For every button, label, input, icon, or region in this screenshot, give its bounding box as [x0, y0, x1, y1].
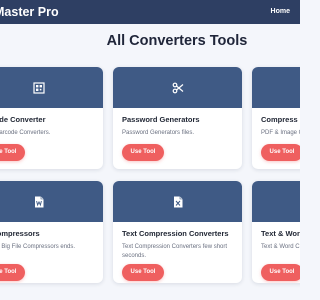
card-title: Compress PD — [261, 115, 300, 124]
use-tool-button[interactable]: Use Tool — [261, 264, 300, 281]
tool-card-text-and-word[interactable]: Text & Word Text & Word C Use Tool — [252, 181, 300, 283]
card-description: QR, Barcode Converters. — [0, 130, 51, 136]
card-description: Password Generators files. — [122, 130, 195, 136]
card-header — [113, 67, 242, 108]
card-description: Text & Word C — [261, 244, 300, 250]
excel-file-icon — [173, 196, 182, 207]
tool-card-compress-pdf[interactable]: Compress PD PDF & Image C Use Tool — [252, 67, 300, 169]
card-description: PDF & Image C — [261, 130, 300, 136]
card-description: onvert Big File Compressors ends. — [0, 244, 76, 250]
card-description: Text Compression Converters few short se… — [122, 244, 228, 259]
page-title: All Converters Tools — [106, 33, 248, 49]
brand-logo-text[interactable]: Master Pro — [0, 4, 59, 20]
card-title: e Code Converter — [0, 115, 46, 124]
use-tool-button[interactable]: Use Tool — [122, 264, 164, 281]
card-header — [0, 181, 103, 222]
use-tool-button[interactable]: Use Tool — [122, 144, 164, 161]
card-title: le Compressors — [0, 229, 40, 238]
use-tool-button[interactable]: Use Tool — [0, 144, 25, 161]
viewport: Master Pro Home All Converters Tools e C… — [0, 0, 300, 300]
tool-card-text-compression-converters[interactable]: Text Compression Converters Text Compres… — [113, 181, 242, 283]
scissors-icon — [172, 82, 183, 93]
card-header — [252, 67, 300, 108]
use-tool-button[interactable]: Use Tool — [0, 264, 25, 281]
card-title: Text & Word — [261, 229, 300, 238]
qr-code-icon — [32, 81, 45, 94]
use-tool-button[interactable]: Use Tool — [261, 144, 300, 161]
navbar: Master Pro Home — [0, 0, 300, 24]
tool-card-password-generators[interactable]: Password Generators Password Generators … — [113, 67, 242, 169]
card-title: Text Compression Converters — [122, 229, 229, 238]
card-header — [113, 181, 242, 222]
card-header — [0, 67, 103, 108]
word-file-icon — [34, 196, 43, 207]
tool-card-file-compressors[interactable]: le Compressors onvert Big File Compresso… — [0, 181, 103, 283]
card-title: Password Generators — [122, 115, 200, 124]
nav-home-link[interactable]: Home — [271, 7, 290, 17]
card-header — [252, 181, 300, 222]
tool-card-qr-code-converter[interactable]: e Code Converter QR, Barcode Converters.… — [0, 67, 103, 169]
